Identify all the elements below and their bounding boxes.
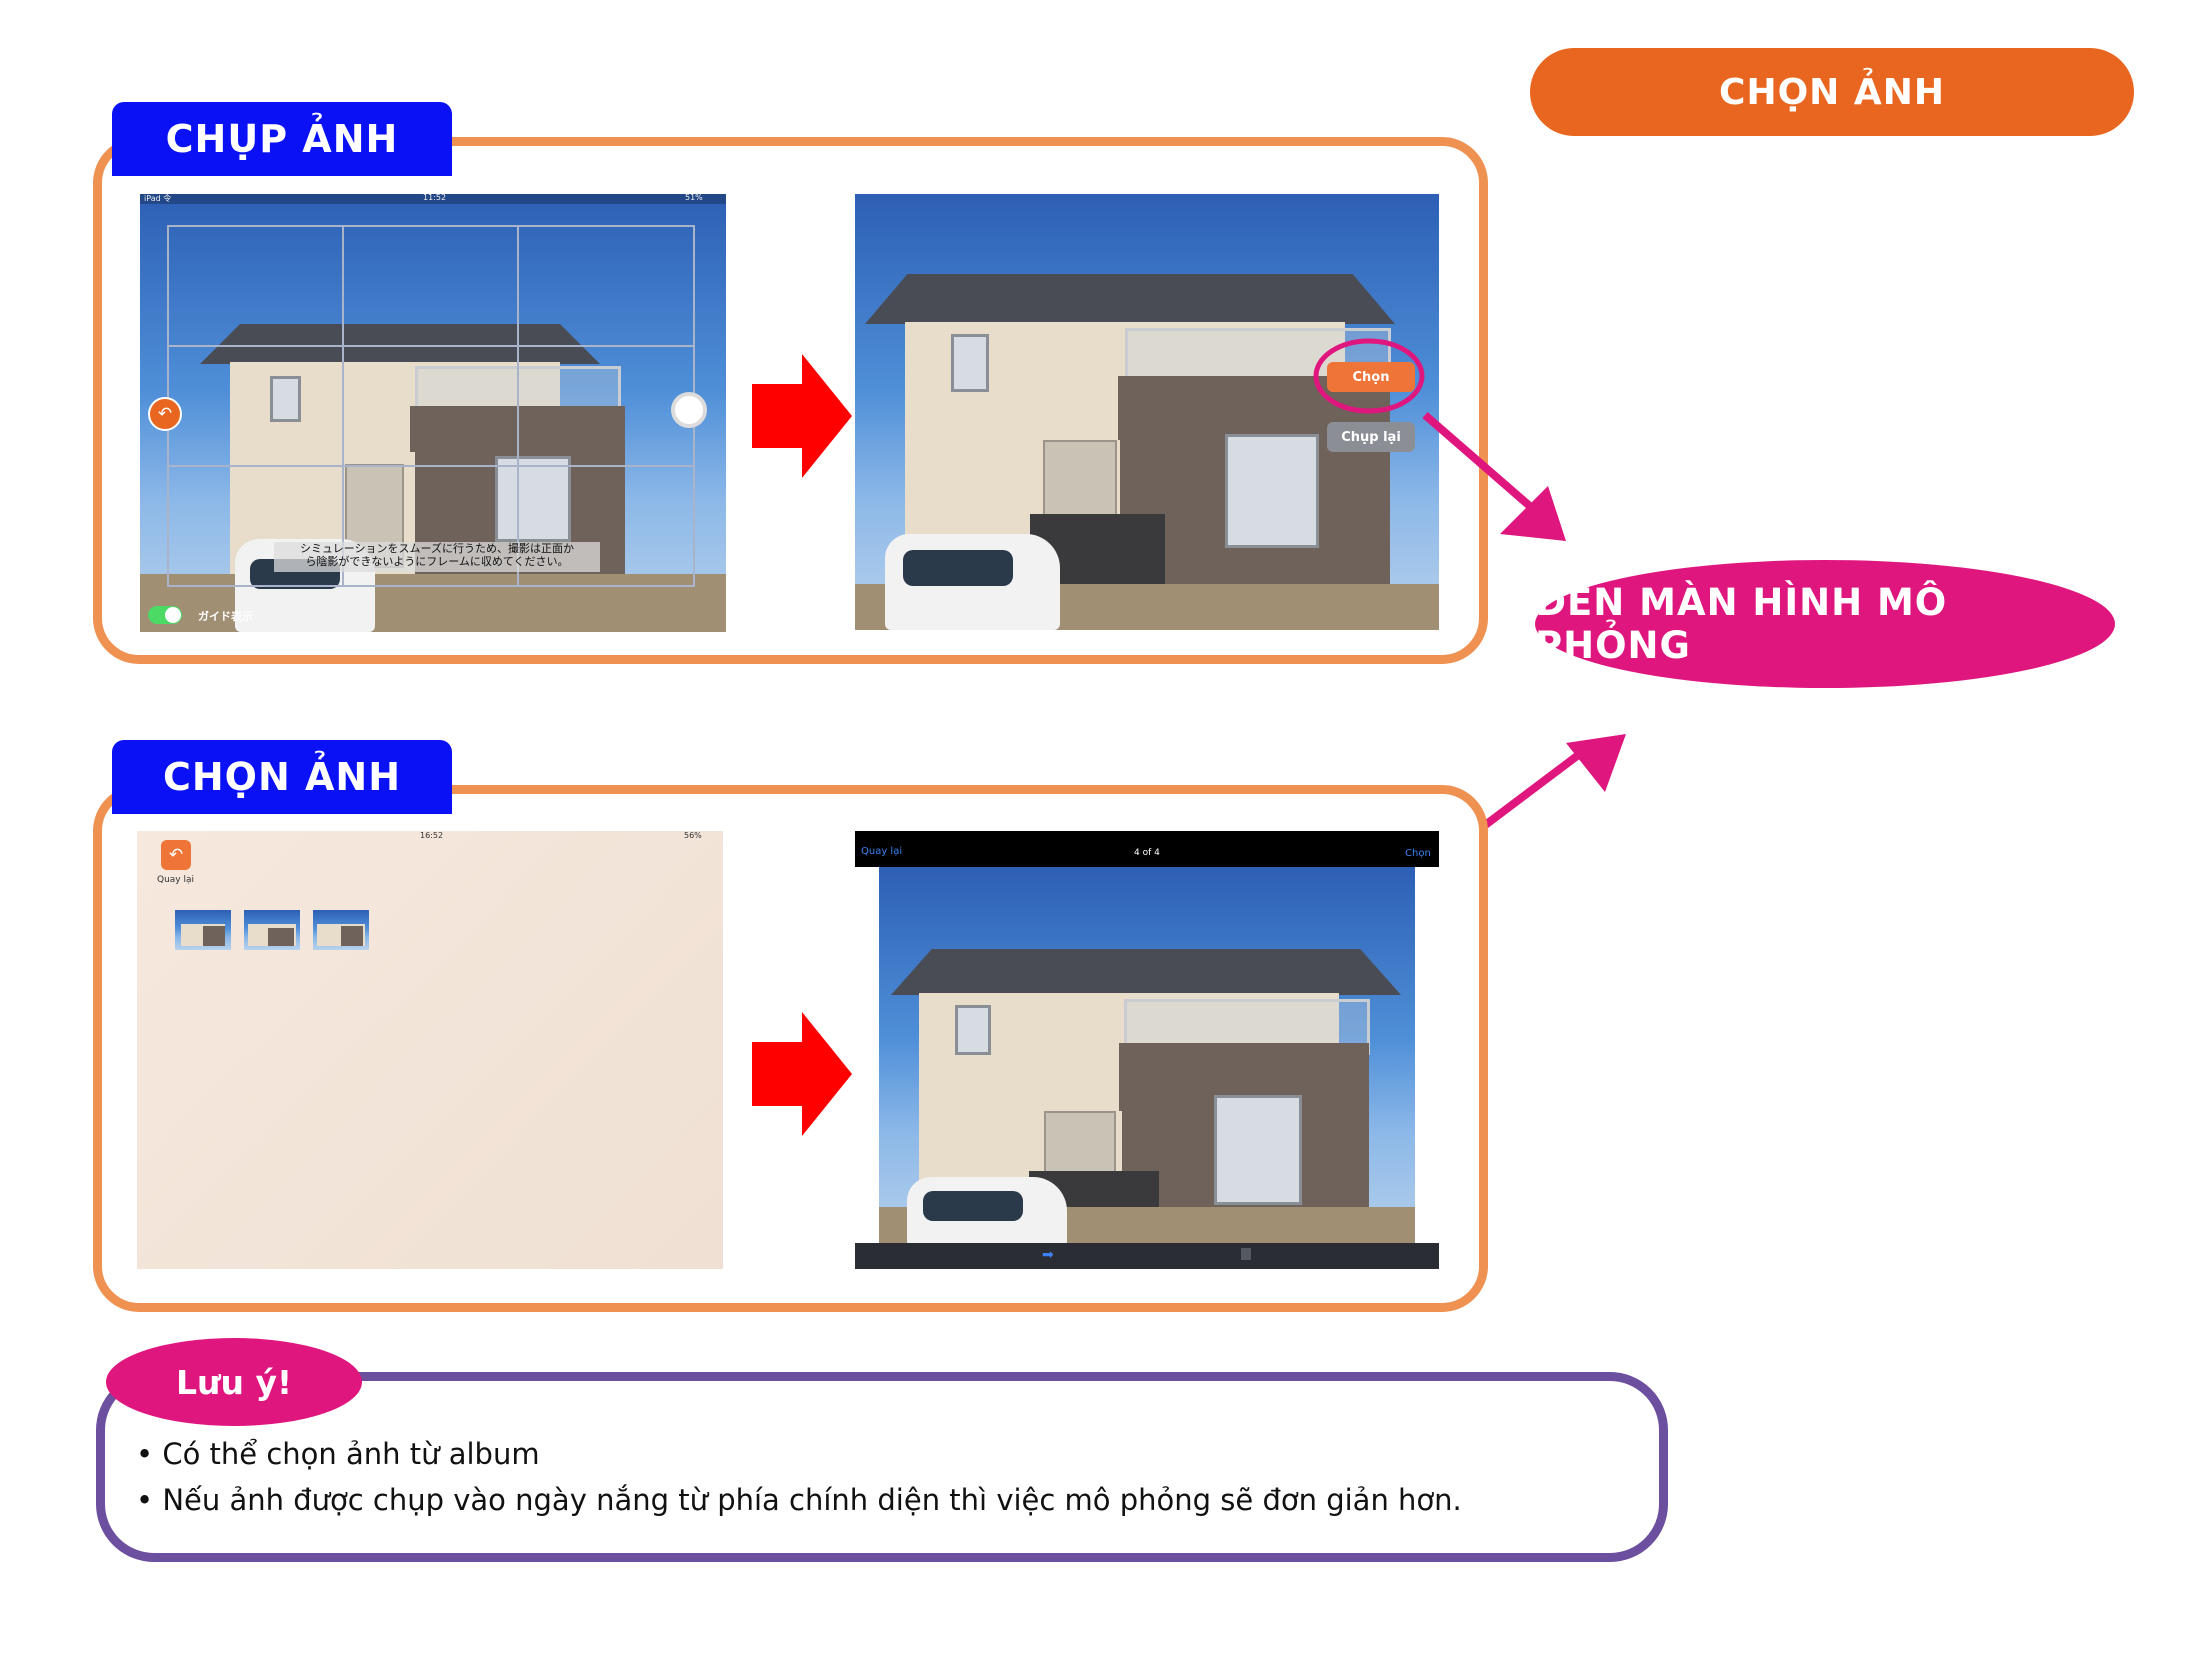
bullet-icon: •: [136, 1437, 154, 1471]
note-item: • Có thể chọn ảnh từ album: [136, 1437, 540, 1471]
simulation-screen-oval[interactable]: ĐẾN MÀN HÌNH MÔ PHỎNG: [1535, 560, 2115, 688]
album-thumbnail[interactable]: [244, 910, 300, 950]
album-thumbnail[interactable]: [313, 910, 369, 950]
album-thumbnail[interactable]: [175, 910, 231, 950]
viewer-toolbar: ➡: [855, 1243, 1439, 1269]
note-item: • Nếu ảnh được chụp vào ngày nắng từ phí…: [136, 1483, 1462, 1517]
note-item-text: Có thể chọn ảnh từ album: [162, 1437, 540, 1471]
viewer-select-link[interactable]: Chọn: [1405, 848, 1431, 859]
photo-viewer-screen: Quay lại 4 of 4 Chọn ➡: [855, 831, 1439, 1269]
viewer-back-link[interactable]: Quay lại: [861, 846, 902, 857]
viewer-counter: 4 of 4: [1134, 848, 1160, 858]
album-screen: 16:52 56% ↶ Quay lại: [137, 831, 723, 1269]
note-tab: Lưu ý!: [106, 1338, 362, 1426]
arrow-right-icon: [752, 1012, 852, 1136]
status-battery: 56%: [684, 831, 702, 840]
undo-icon: ↶: [168, 845, 184, 865]
trash-icon[interactable]: [1241, 1248, 1251, 1260]
house-photo: [879, 867, 1415, 1247]
status-time: 16:52: [420, 831, 444, 840]
bullet-icon: •: [136, 1483, 154, 1517]
album-section-tab: CHỌN ẢNH: [112, 740, 452, 814]
note-item-text: Nếu ảnh được chụp vào ngày nắng từ phía …: [162, 1483, 1462, 1517]
viewer-photo: [879, 867, 1415, 1247]
share-icon[interactable]: ➡: [1042, 1247, 1054, 1263]
back-button[interactable]: ↶: [161, 840, 191, 870]
back-label: Quay lại: [157, 875, 195, 885]
